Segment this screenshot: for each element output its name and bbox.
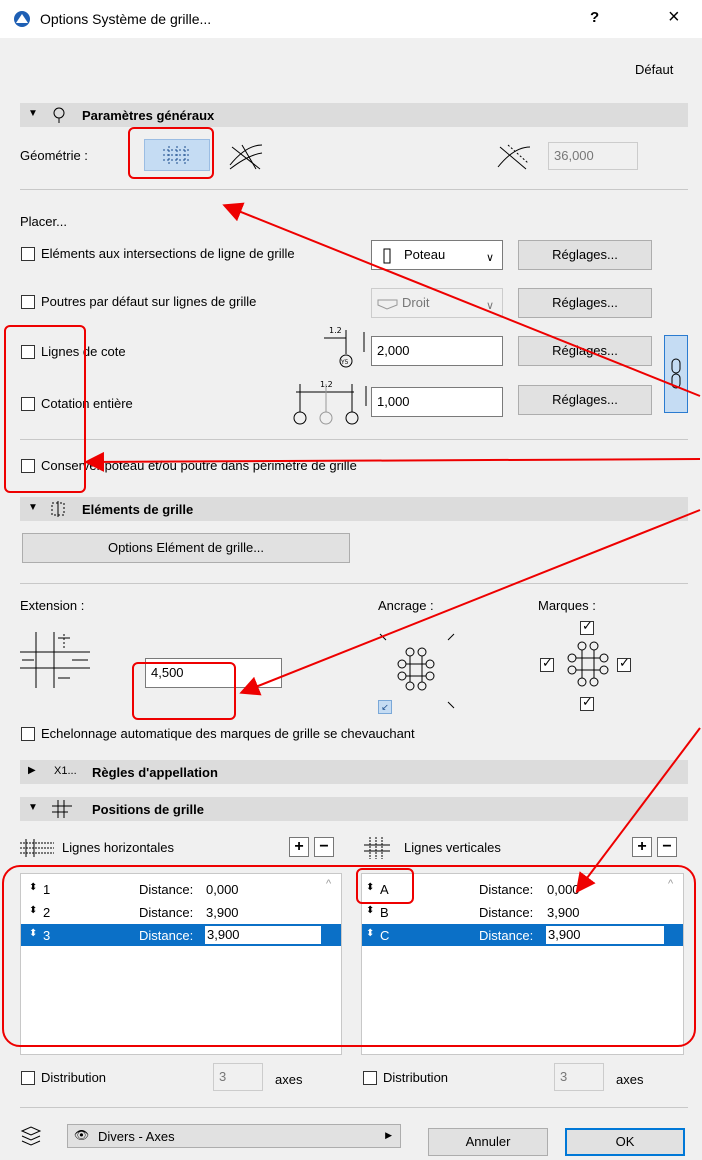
annotation-arrows — [84, 202, 701, 894]
